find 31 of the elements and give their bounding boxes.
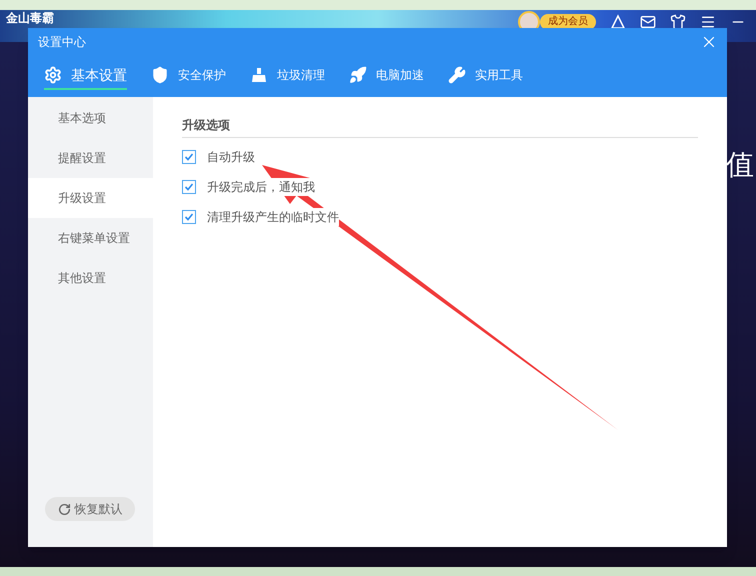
broom-icon [250, 66, 268, 84]
sidebar-item[interactable]: 右键菜单设置 [28, 218, 153, 258]
section-title: 升级选项 [182, 116, 698, 138]
category-tab[interactable]: 实用工具 [448, 62, 523, 90]
category-tab[interactable]: 基本设置 [44, 62, 127, 90]
dialog-title: 设置中心 [38, 34, 86, 51]
option-checkbox[interactable]: 自动升级 [182, 148, 698, 166]
option-checkbox[interactable]: 清理升级产生的临时文件 [182, 208, 698, 226]
sidebar-item[interactable]: 其他设置 [28, 258, 153, 298]
sidebar-item[interactable]: 基本选项 [28, 98, 153, 138]
shield-icon [151, 66, 169, 84]
checkbox[interactable] [182, 150, 196, 164]
reset-icon [58, 502, 70, 516]
wrench-icon [448, 66, 466, 84]
gear-icon [44, 66, 62, 84]
rocket-icon [349, 66, 367, 84]
triangle-icon[interactable] [610, 14, 626, 30]
menu-icon[interactable] [700, 14, 716, 30]
category-tab[interactable]: 安全保护 [151, 62, 226, 90]
checkbox[interactable] [182, 180, 196, 194]
mail-icon[interactable] [640, 14, 656, 30]
sidebar-item[interactable]: 提醒设置 [28, 138, 153, 178]
sidebar-item[interactable]: 升级设置 [28, 178, 153, 218]
shirt-icon[interactable] [670, 14, 686, 30]
checkbox[interactable] [182, 210, 196, 224]
category-tab[interactable]: 垃圾清理 [250, 62, 325, 90]
app-logo: 金山毒霸 [6, 11, 54, 26]
reset-button[interactable]: 恢复默认 [45, 497, 135, 521]
side-glyph: 值 [726, 150, 754, 180]
category-tab[interactable]: 电脑加速 [349, 62, 424, 90]
option-checkbox[interactable]: 升级完成后，通知我 [182, 178, 698, 196]
